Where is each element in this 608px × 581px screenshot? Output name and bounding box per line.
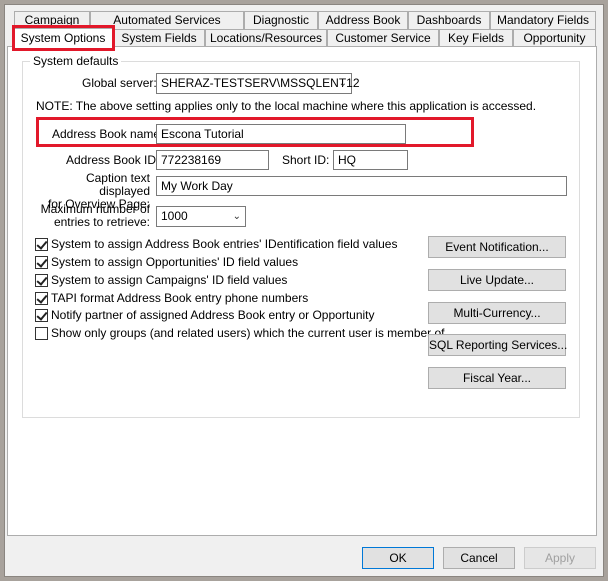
max-entries-select[interactable]: 1000 ⌄ (156, 206, 246, 227)
checkbox-row-assign-campaign-ids[interactable]: System to assign Campaigns' ID field val… (35, 272, 287, 288)
note-text: NOTE: The above setting applies only to … (36, 99, 537, 113)
max-entries-label-line-2: entries to retrieve: (53, 215, 150, 229)
address-book-name-label: Address Book name: (52, 127, 164, 141)
tab-automated-services[interactable]: Automated Services (90, 11, 244, 30)
checkbox-label: System to assign Campaigns' ID field val… (51, 273, 288, 287)
checkbox-assign-campaign-ids[interactable] (35, 273, 48, 287)
checkbox-label: TAPI format Address Book entry phone num… (51, 291, 309, 305)
sql-reporting-services-button[interactable]: SQL Reporting Services... (428, 334, 567, 356)
short-id-input[interactable]: HQ (333, 150, 408, 170)
caption-text-label-line-1: Caption text displayed (85, 171, 150, 198)
global-server-value: SHERAZ-TESTSERV\MSSQLENT12 (161, 76, 360, 90)
fiscal-year-button[interactable]: Fiscal Year... (428, 367, 566, 389)
short-id-label: Short ID: (282, 153, 330, 167)
tab-address-book[interactable]: Address Book (318, 11, 408, 30)
checkbox-show-only-groups[interactable] (35, 326, 48, 340)
checkbox-assign-opportunity-ids[interactable] (35, 255, 48, 269)
checkbox-row-assign-opportunity-ids[interactable]: System to assign Opportunities' ID field… (35, 254, 298, 270)
checkbox-row-assign-ab-ids[interactable]: System to assign Address Book entries' I… (35, 236, 397, 252)
caption-text-input[interactable]: My Work Day (156, 176, 567, 196)
global-server-label: Global server: (82, 76, 157, 90)
max-entries-label: Maximum number of entries to retrieve: (36, 203, 150, 229)
chevron-down-icon: ⌄ (338, 78, 347, 89)
event-notification-button[interactable]: Event Notification... (428, 236, 566, 258)
tab-mandatory-fields[interactable]: Mandatory Fields (490, 11, 596, 30)
cancel-button[interactable]: Cancel (443, 547, 515, 569)
checkbox-notify-partner[interactable] (35, 308, 48, 322)
address-book-id-input[interactable]: 772238169 (156, 150, 269, 170)
address-book-name-input[interactable]: Escona Tutorial (156, 124, 406, 144)
checkbox-label: Notify partner of assigned Address Book … (51, 308, 375, 322)
apply-button[interactable]: Apply (524, 547, 596, 569)
chevron-down-icon: ⌄ (232, 211, 241, 222)
group-title: System defaults (30, 54, 122, 68)
checkbox-row-tapi-format[interactable]: TAPI format Address Book entry phone num… (35, 290, 308, 306)
ok-button[interactable]: OK (362, 547, 434, 569)
checkbox-row-show-only-groups[interactable]: Show only groups (and related users) whi… (35, 325, 445, 341)
checkbox-tapi-format[interactable] (35, 291, 48, 305)
checkbox-label: System to assign Address Book entries' I… (51, 237, 398, 251)
multi-currency-button[interactable]: Multi-Currency... (428, 302, 566, 324)
address-book-id-label: Address Book ID: (66, 153, 160, 167)
tab-diagnostic[interactable]: Diagnostic (244, 11, 318, 30)
tab-dashboards[interactable]: Dashboards (408, 11, 490, 30)
global-server-select[interactable]: SHERAZ-TESTSERV\MSSQLENT12 ⌄ (156, 73, 360, 94)
checkbox-label: System to assign Opportunities' ID field… (51, 255, 299, 269)
checkbox-assign-ab-ids[interactable] (35, 237, 48, 251)
checkbox-row-notify-partner[interactable]: Notify partner of assigned Address Book … (35, 307, 375, 323)
live-update-button[interactable]: Live Update... (428, 269, 566, 291)
tab-system-options[interactable]: System Options (13, 28, 113, 48)
max-entries-value: 1000 (161, 209, 188, 223)
checkbox-label: Show only groups (and related users) whi… (51, 326, 445, 340)
